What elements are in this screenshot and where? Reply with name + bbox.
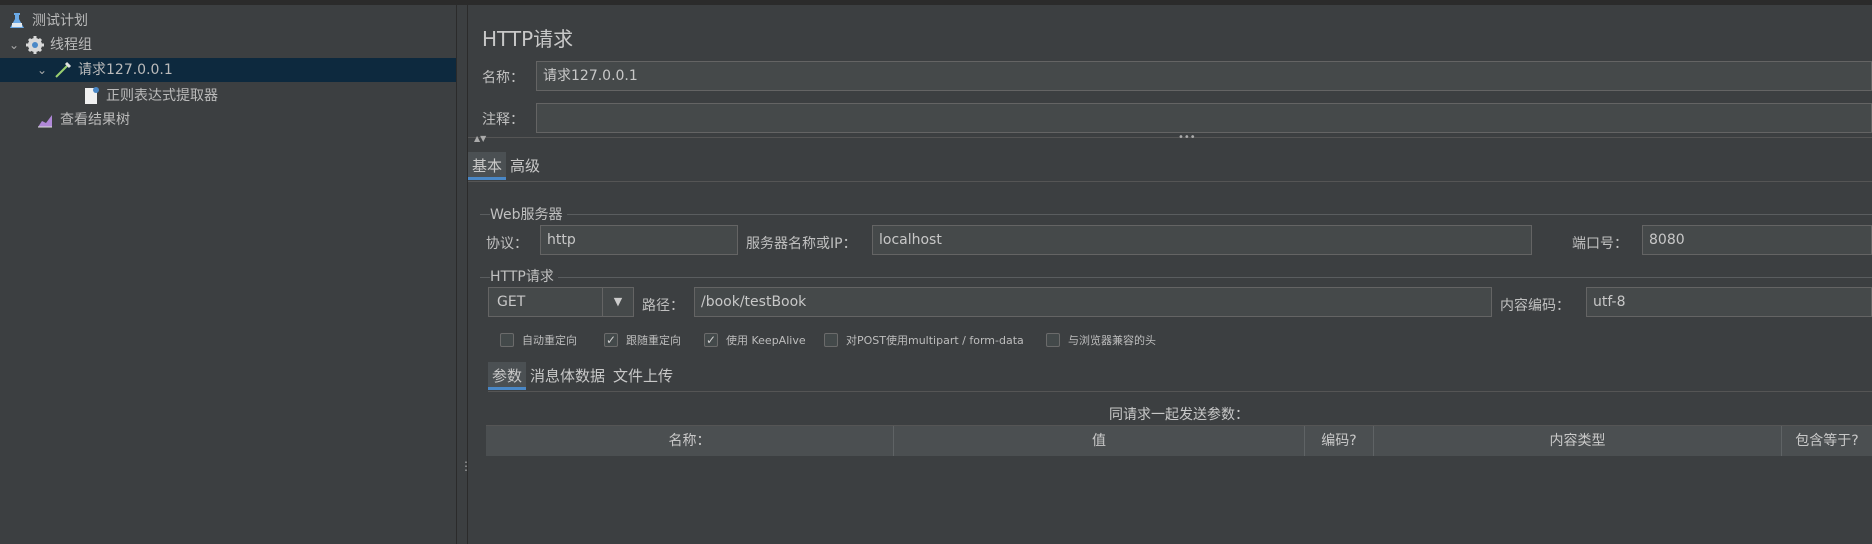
path-label: 路径： [642, 298, 684, 314]
chart-icon [36, 111, 54, 129]
method-value: GET [497, 294, 526, 310]
checkbox-label: 跟随重定向 [626, 334, 681, 347]
flask-icon [8, 12, 26, 30]
port-label: 端口号： [1572, 236, 1628, 252]
comment-label: 注释： [482, 112, 524, 128]
group-border [480, 214, 1872, 215]
column-header-value[interactable]: 值 [894, 426, 1305, 456]
server-label: 服务器名称或IP： [746, 236, 857, 252]
tree-item-thread-group[interactable]: ⌄ 线程组 [8, 33, 92, 57]
encoding-field[interactable]: utf-8 [1586, 287, 1872, 317]
checkbox-follow-redirect[interactable]: ✓ 跟随重定向 [604, 332, 681, 348]
drag-handle-icon[interactable]: ••• [1178, 132, 1196, 143]
tab-divider [468, 181, 1872, 182]
check-icon[interactable]: ✓ [604, 333, 618, 347]
protocol-field[interactable]: http [540, 225, 738, 255]
tree-item-test-plan[interactable]: 测试计划 [8, 9, 88, 33]
server-field[interactable]: localhost [872, 225, 1532, 255]
checkbox-auto-redirect[interactable]: 自动重定向 [500, 332, 577, 348]
pane-splitter[interactable]: ⋮ [456, 5, 472, 544]
method-select[interactable]: GET ▼ [488, 287, 634, 317]
column-header-content-type[interactable]: 内容类型 [1374, 426, 1782, 456]
tab-file-upload[interactable]: 文件上传 [609, 362, 677, 390]
collapse-divider[interactable]: ▲▼ ••• [468, 132, 1872, 146]
tab-advanced[interactable]: 高级 [506, 152, 544, 180]
comment-field[interactable] [536, 103, 1872, 133]
gear-icon [26, 36, 44, 54]
chevron-down-icon[interactable]: ⌄ [36, 58, 48, 82]
path-field[interactable]: /book/testBook [694, 287, 1492, 317]
page-title: HTTP请求 [482, 27, 574, 51]
chevron-down-icon[interactable]: ⌄ [8, 33, 20, 57]
http-request-group-title: HTTP请求 [490, 266, 558, 286]
name-label: 名称： [482, 70, 524, 86]
column-header-name[interactable]: 名称： [486, 426, 894, 456]
checkbox-label: 与浏览器兼容的头 [1068, 334, 1156, 347]
http-request-panel: HTTP请求 名称： 请求127.0.0.1 注释： ▲▼ ••• 基本 高级 … [468, 5, 1872, 544]
checkbox-box[interactable] [500, 333, 514, 347]
checkbox-box[interactable] [1046, 333, 1060, 347]
tree-item-label: 请求127.0.0.1 [78, 62, 173, 78]
tree-item-label: 测试计划 [32, 13, 88, 29]
name-field[interactable]: 请求127.0.0.1 [536, 61, 1872, 91]
document-icon [82, 87, 100, 105]
protocol-label: 协议： [486, 236, 528, 252]
checkbox-multipart[interactable]: 对POST使用multipart / form-data [824, 332, 1024, 348]
checkbox-label: 使用 KeepAlive [726, 334, 806, 347]
tree-item-regex-extractor[interactable]: 正则表达式提取器 [82, 84, 218, 108]
web-server-group-title: Web服务器 [490, 204, 567, 224]
tree-item-label: 线程组 [50, 37, 92, 53]
encoding-label: 内容编码： [1500, 298, 1570, 314]
check-icon[interactable]: ✓ [704, 333, 718, 347]
tab-basic[interactable]: 基本 [468, 152, 507, 180]
main-tabs: 基本 高级 [468, 152, 544, 180]
checkbox-label: 自动重定向 [522, 334, 577, 347]
params-table-header: 名称： 值 编码? 内容类型 包含等于? [486, 425, 1872, 456]
pipette-icon [54, 61, 72, 79]
column-header-include-equals[interactable]: 包含等于? [1782, 426, 1872, 456]
params-caption: 同请求一起发送参数： [1109, 407, 1249, 423]
tab-divider [488, 391, 1872, 392]
checkbox-browser-compatible[interactable]: 与浏览器兼容的头 [1046, 332, 1156, 348]
checkbox-box[interactable] [824, 333, 838, 347]
collapse-arrows-icon[interactable]: ▲▼ [474, 134, 486, 143]
param-tabs: 参数 消息体数据 文件上传 [488, 362, 677, 390]
tab-body-data[interactable]: 消息体数据 [526, 362, 609, 390]
port-field[interactable]: 8080 [1642, 225, 1872, 255]
dropdown-arrow-icon[interactable]: ▼ [602, 288, 633, 316]
test-plan-tree: 测试计划 ⌄ 线程组 ⌄ 请求127.0.0.1 正则表达式提取器 查看结果树 [0, 5, 456, 544]
checkbox-label: 对POST使用multipart / form-data [846, 334, 1024, 347]
tree-item-label: 正则表达式提取器 [106, 88, 218, 104]
group-border [480, 277, 1872, 278]
checkbox-keepalive[interactable]: ✓ 使用 KeepAlive [704, 332, 806, 348]
tab-params[interactable]: 参数 [488, 362, 527, 390]
tree-item-view-results-tree[interactable]: 查看结果树 [36, 108, 130, 132]
tree-item-label: 查看结果树 [60, 112, 130, 128]
column-header-encode[interactable]: 编码? [1305, 426, 1374, 456]
tree-item-http-request[interactable]: ⌄ 请求127.0.0.1 [0, 58, 456, 82]
